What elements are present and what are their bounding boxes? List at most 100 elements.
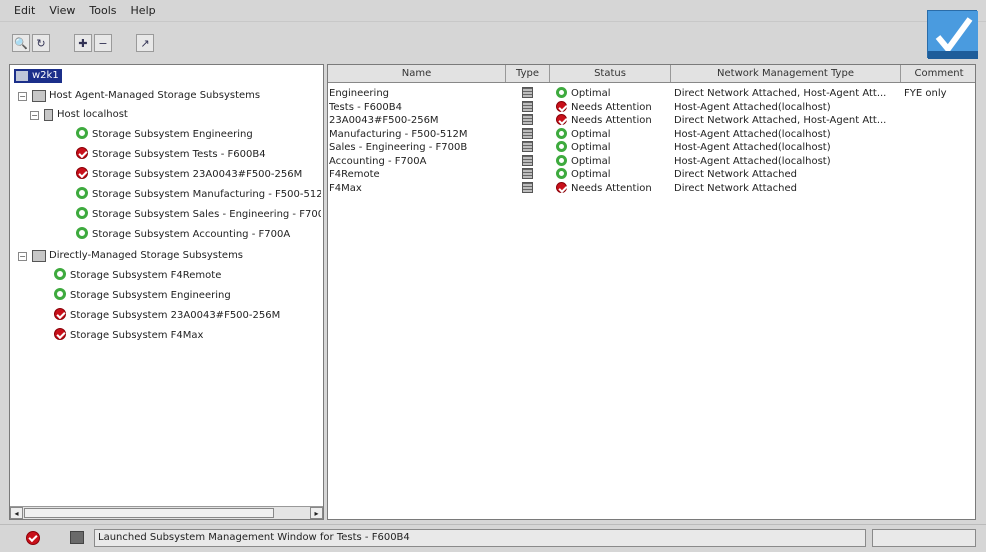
optimal-icon <box>556 168 567 179</box>
remove-host-icon[interactable]: − <box>94 34 112 52</box>
cell-name: 23A0043#F500-256M <box>329 115 439 126</box>
tree-item[interactable]: Storage Subsystem Sales - Engineering - … <box>76 206 321 224</box>
optimal-icon <box>54 288 66 300</box>
cell-type <box>522 154 542 168</box>
column-header-comment[interactable]: Comment <box>901 65 977 82</box>
tree-item[interactable]: Storage Subsystem F4Max <box>54 327 319 345</box>
launch-icon[interactable]: ↗ <box>136 34 154 52</box>
cell-status: Optimal <box>556 87 670 100</box>
tree-item[interactable]: Storage Subsystem Tests - F600B4 <box>76 146 321 164</box>
tree-item-label: Storage Subsystem 23A0043#F500-256M <box>92 169 303 180</box>
cell-name: Sales - Engineering - F700B <box>329 142 468 153</box>
table-row[interactable]: F4Remote Optimal Direct Network Attached <box>328 168 975 181</box>
tree-item[interactable]: Storage Subsystem Manufacturing - F500-5… <box>76 186 321 204</box>
cell-status-text: Needs Attention <box>571 182 652 194</box>
tree-group-label: Host Agent-Managed Storage Subsystems <box>49 90 261 101</box>
tree-group-direct[interactable]: − Directly-Managed Storage Subsystems <box>18 247 318 265</box>
needs-attention-icon <box>556 100 567 112</box>
table-row[interactable]: 23A0043#F500-256M Needs Attention Direct N… <box>328 114 975 127</box>
tree-root[interactable]: w2k1 <box>14 69 62 83</box>
table-row[interactable]: Sales - Engineering - F700B Optimal Host-A… <box>328 141 975 154</box>
cell-network-management-type: Direct Network Attached, Host-Agent Att.… <box>674 115 887 126</box>
scroll-left-icon[interactable]: ◂ <box>10 507 23 519</box>
cell-network-management-type: Host-Agent Attached(localhost) <box>674 155 831 167</box>
tree-group-host-agent[interactable]: − Host Agent-Managed Storage Subsystems <box>18 87 318 105</box>
needs-attention-icon <box>556 114 567 125</box>
needs-attention-icon <box>76 147 88 159</box>
cell-comment <box>904 114 976 127</box>
tree-item[interactable]: Storage Subsystem F4Remote <box>54 267 319 285</box>
optimal-icon <box>76 227 88 239</box>
cell-name: Tests - F600B4 <box>329 101 402 113</box>
optimal-icon <box>556 127 567 139</box>
menu-edit[interactable]: Edit <box>14 4 35 17</box>
tree-item[interactable]: Storage Subsystem Accounting - F700A <box>76 226 321 244</box>
tree-item[interactable]: Storage Subsystem Engineering <box>54 287 319 305</box>
needs-attention-icon[interactable] <box>26 531 40 545</box>
storage-array-icon <box>522 127 533 139</box>
cell-status: Needs Attention <box>556 181 670 195</box>
tree-pane[interactable]: w2k1 − Host Agent-Managed Storage Subsys… <box>9 64 324 520</box>
menu-help[interactable]: Help <box>131 4 156 17</box>
horizontal-scrollbar[interactable]: ◂ ▸ <box>10 506 323 519</box>
table-row[interactable]: F4Max Needs Attention Direct Network Attac… <box>328 181 976 195</box>
menu-tools[interactable]: Tools <box>89 4 116 17</box>
tree-item-label: Storage Subsystem Manufacturing - F500-5… <box>92 189 321 200</box>
cell-name: F4Max <box>329 182 362 194</box>
scrollbar-thumb[interactable] <box>24 508 274 518</box>
collapse-icon[interactable]: − <box>30 111 39 120</box>
needs-attention-icon <box>556 181 567 193</box>
cell-type <box>522 181 542 195</box>
storage-array-icon <box>522 154 533 166</box>
optimal-icon <box>76 127 88 139</box>
column-header-name[interactable]: Name <box>328 65 506 82</box>
storage-group-icon <box>32 250 46 262</box>
cell-network-management-type: Direct Network Attached, Host-Agent Att.… <box>674 88 887 99</box>
cell-comment <box>904 182 976 195</box>
cell-name: F4Remote <box>329 169 380 180</box>
cell-network-management-type: Host-Agent Attached(localhost) <box>674 128 831 140</box>
tree-item-label: Storage Subsystem Tests - F600B4 <box>92 149 266 160</box>
cell-type <box>522 87 542 100</box>
optimal-icon <box>556 141 567 152</box>
tree-group-label: Directly-Managed Storage Subsystems <box>49 250 244 261</box>
cell-status-text: Optimal <box>571 169 611 180</box>
scroll-right-icon[interactable]: ▸ <box>310 507 323 519</box>
host-icon <box>44 109 53 121</box>
table-row[interactable]: Manufacturing - F500-512M Optimal Host-Age… <box>328 127 975 141</box>
cell-type <box>522 168 542 181</box>
tree-item-label: Storage Subsystem Accounting - F700A <box>92 229 291 240</box>
table-row[interactable]: Accounting - F700A Optimal Host-Agent Atta… <box>328 154 975 168</box>
collapse-icon[interactable]: − <box>18 252 27 261</box>
tree-host-localhost[interactable]: − Host localhost <box>30 106 320 124</box>
tree-item-label: Storage Subsystem Sales - Engineering - … <box>92 209 321 220</box>
optimal-icon <box>54 268 66 280</box>
subsystem-table[interactable]: Name Type Status Network Management Type… <box>327 64 976 520</box>
status-message: Launched Subsystem Management Window for… <box>94 529 866 547</box>
menu-view[interactable]: View <box>49 4 75 17</box>
cell-status-text: Needs Attention <box>571 101 652 113</box>
add-host-icon[interactable]: ✚ <box>74 34 92 52</box>
cell-status-text: Optimal <box>571 88 611 99</box>
search-icon[interactable]: 🔍 <box>12 34 30 52</box>
column-header-network-management-type[interactable]: Network Management Type <box>671 65 901 82</box>
needs-attention-icon <box>54 328 66 340</box>
toolbar: 🔍 ↻ ✚ − ↗ <box>0 30 156 56</box>
optimal-icon <box>556 154 567 166</box>
cell-network-management-type: Host-Agent Attached(localhost) <box>674 101 831 113</box>
storage-array-icon <box>522 87 533 98</box>
optimal-icon <box>76 187 88 199</box>
column-header-type[interactable]: Type <box>506 65 550 82</box>
cell-name: Engineering <box>329 88 389 99</box>
tree-item-label: Storage Subsystem F4Max <box>70 330 204 341</box>
tree-item[interactable]: Storage Subsystem 23A0043#F500-256M <box>54 307 319 325</box>
refresh-icon[interactable]: ↻ <box>32 34 50 52</box>
table-row[interactable]: Tests - F600B4 Needs Attention Host-Agent … <box>328 100 975 114</box>
tree-item[interactable]: Storage Subsystem 23A0043#F500-256M <box>76 166 321 184</box>
table-row[interactable]: Engineering Optimal Direct Network Attache… <box>328 87 975 100</box>
cell-status-text: Optimal <box>571 155 611 167</box>
tree-item[interactable]: Storage Subsystem Engineering <box>76 126 321 144</box>
column-header-status[interactable]: Status <box>550 65 671 82</box>
collapse-icon[interactable]: − <box>18 92 27 101</box>
cell-status: Optimal <box>556 127 670 141</box>
